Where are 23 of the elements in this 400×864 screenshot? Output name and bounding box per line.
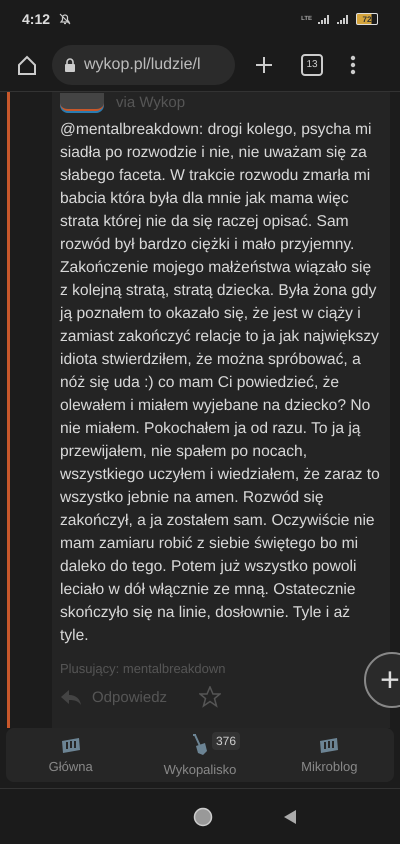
battery-icon: 72 [356,13,378,25]
tab-count-button[interactable]: 13 [301,54,323,76]
nav-tab[interactable]: Wykopalisko 376 [135,728,265,782]
logo-icon [60,736,81,752]
back-button[interactable] [283,810,297,824]
clock: 4:12 [22,11,50,27]
nav-tab[interactable]: Mikroblog [264,728,394,782]
star-icon[interactable] [199,686,222,708]
bell-off-icon [58,12,72,26]
signal-icon [337,14,350,24]
logo-icon [319,736,340,752]
url-field[interactable]: wykop.pl/ludzie/l [52,44,235,84]
count-badge: 376 [212,732,240,750]
home-button[interactable] [193,806,213,826]
menu-icon[interactable] [350,54,356,74]
nav-tab[interactable]: Główna [6,728,136,782]
avatar [60,93,104,111]
signal-icon [318,14,331,24]
lock-icon [64,58,76,72]
home-icon[interactable] [16,54,38,76]
shovel-icon [192,734,208,756]
comment-text: @mentalbreakdown: drogi kolego, psycha mi siadła po rozwodzie i nie, nie uważam się za słabego faceta. W trakcie rozwodu zmarła mi babcia która była dla mnie jak mama więc strata której nie da się raczej opisać. Sam rozwód był bardzo ciężki i mało przyjemny. Zakończenie mojego małżeństwa wiązało się z kolejną stratą, stratą dziecka. Była żona gdy ją poznałem to okazało się, że jest w ciąży i zamiast zakończyć relacje to ja jak największy idiota stwierdziłem, że można spróbować, a nóż się uda :) co mam Ci powiedzieć, że olewałem i miałem wyjebane na dziecko? No nie miałem. Pokochałem ja od razu. To ja ją przewijałem, nie spałem po nocach, wszystkiego uczyłem i wiedziałem, że zaraz to wszystko jebnie na amen. Rozwód się zakończył, a ja zostałem sam. Oczywiście nie mam zamiaru robić z siebie świętego bo mi daleko do tego. Potem już wszystko powoli leciało w dół włącznie ze mną. Ostatecznie skończyło się na linie, dosłownie. Tyle i aż tyle. [60,120,381,646]
new-tab-icon[interactable] [255,56,273,74]
